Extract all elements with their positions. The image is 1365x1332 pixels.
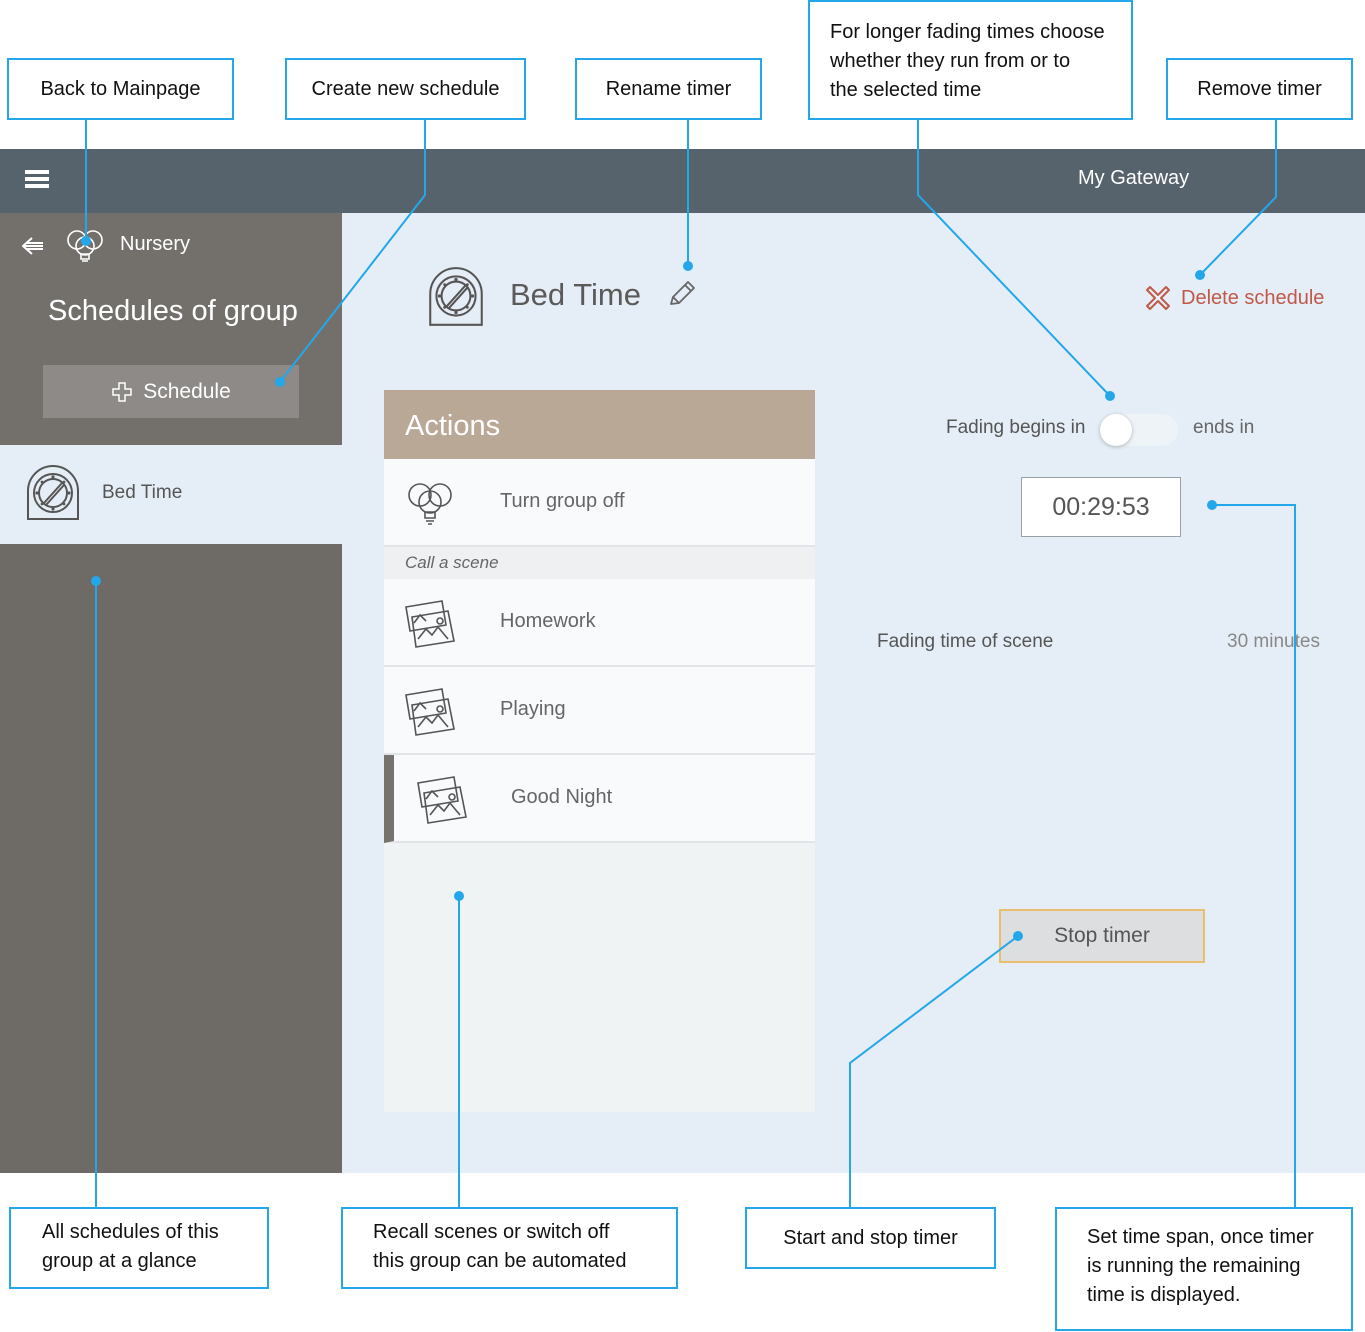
callout-set-time-span: Set time span, once timer is running the…: [1055, 1207, 1353, 1331]
add-schedule-button[interactable]: Schedule: [43, 365, 299, 418]
action-turn-group-off[interactable]: Turn group off: [384, 459, 815, 547]
gateway-name[interactable]: My Gateway: [1078, 167, 1189, 190]
callout-line: Set time span, once timer: [1087, 1226, 1314, 1248]
callout-line: For longer fading times choose: [830, 21, 1105, 43]
callout-back-to-mainpage: Back to Mainpage: [7, 58, 234, 120]
callout-all-schedules: All schedules of this group at a glance: [9, 1207, 269, 1289]
schedule-item-label: Bed Time: [102, 482, 183, 503]
x-icon: [1146, 286, 1170, 310]
timer-dial-icon: [429, 267, 483, 326]
group-name: Nursery: [120, 233, 191, 255]
scene-label: Homework: [500, 610, 596, 632]
callout-remove-timer: Remove timer: [1166, 58, 1353, 120]
scene-label: Playing: [500, 698, 566, 720]
plus-icon: [112, 381, 132, 402]
toggle-knob: [1100, 414, 1132, 446]
actions-title: Actions: [384, 390, 815, 459]
scene-good-night[interactable]: Good Night: [384, 755, 815, 843]
bulbs-icon: [67, 230, 103, 262]
callout-start-stop: Start and stop timer: [745, 1207, 996, 1269]
callout-line: this group can be automated: [373, 1250, 627, 1272]
timer-dial-icon: [27, 465, 79, 520]
actions-panel: Actions Turn group off Call a scene Home…: [384, 390, 815, 1112]
callout-line: the selected time: [830, 79, 982, 101]
fading-direction-toggle[interactable]: [1100, 414, 1178, 446]
timer-title: Bed Time: [510, 277, 641, 312]
sidebar-title: Schedules of group: [48, 295, 298, 327]
callout-line: group at a glance: [42, 1250, 197, 1272]
top-bar: My Gateway: [0, 149, 1365, 213]
delete-schedule-label: Delete schedule: [1181, 286, 1325, 309]
schedule-list: Bed Time: [0, 445, 342, 1173]
fading-time-label: Fading time of scene: [877, 631, 1054, 652]
scene-section-label: Call a scene: [384, 547, 815, 579]
arrow-left-icon[interactable]: [18, 231, 48, 261]
main-panel: Bed Time Delete schedule Actions Turn gr…: [342, 213, 1365, 1173]
callout-line: Recall scenes or switch off: [373, 1221, 610, 1243]
scene-playing[interactable]: Playing: [384, 667, 815, 755]
callout-line: time is displayed.: [1087, 1284, 1241, 1306]
pencil-icon[interactable]: [666, 277, 698, 311]
fading-begins-label: Fading begins in: [946, 417, 1086, 438]
callout-rename-timer: Rename timer: [575, 58, 762, 120]
callout-line: is running the remaining: [1087, 1255, 1301, 1277]
action-label: Turn group off: [500, 490, 625, 512]
stop-timer-button[interactable]: Stop timer: [999, 909, 1205, 963]
delete-schedule-button[interactable]: Delete schedule: [1145, 285, 1324, 311]
hamburger-icon[interactable]: [22, 167, 52, 195]
scene-homework[interactable]: Homework: [384, 579, 815, 667]
time-span-field[interactable]: 00:29:53: [1021, 477, 1181, 537]
bulbs-icon: [408, 483, 452, 525]
callout-line: All schedules of this: [42, 1221, 219, 1243]
fading-ends-label: ends in: [1193, 417, 1255, 438]
sidebar-header: Nursery Schedules of group Schedule: [0, 213, 342, 445]
callout-create-schedule: Create new schedule: [285, 58, 526, 120]
add-schedule-label: Schedule: [143, 379, 231, 403]
callout-line: whether they run from or to: [830, 50, 1071, 72]
scene-pictures-icon: [405, 600, 455, 648]
scene-label: Good Night: [511, 786, 613, 808]
fading-time-value: 30 minutes: [1227, 631, 1320, 652]
scene-pictures-icon: [405, 688, 455, 736]
schedule-item-bed-time[interactable]: Bed Time: [0, 445, 342, 544]
callout-fading-choice: For longer fading times choose whether t…: [808, 0, 1133, 120]
scene-pictures-icon: [417, 776, 467, 824]
callout-recall-scenes: Recall scenes or switch off this group c…: [341, 1207, 678, 1289]
